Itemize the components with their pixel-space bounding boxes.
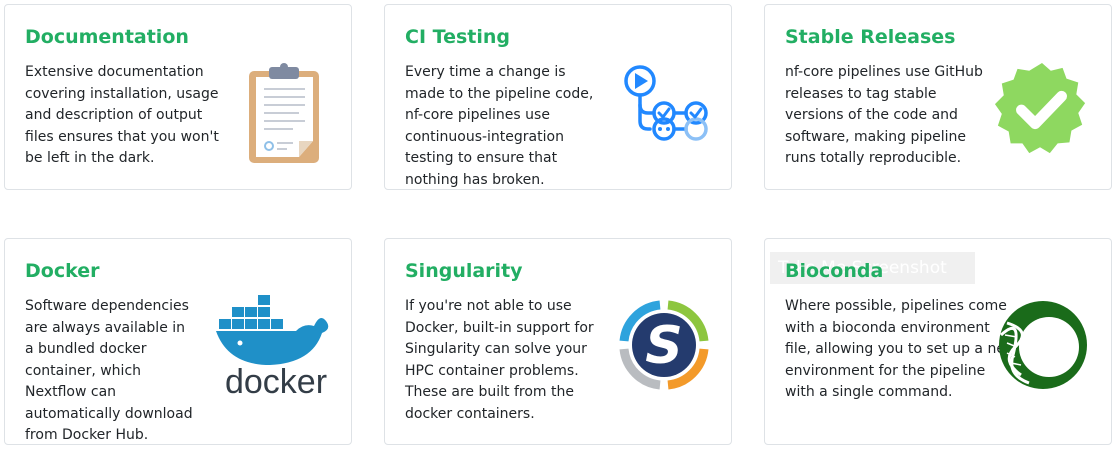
card-docker: Docker Software dependencies are always … (4, 238, 352, 445)
card-description: Every time a change is made to the pipel… (405, 64, 594, 188)
card-title: Bioconda (785, 260, 884, 282)
card-title: Documentation (25, 26, 189, 48)
verified-badge-icon (994, 62, 1086, 154)
singularity-letter: S (645, 316, 682, 376)
card-title: Singularity (405, 260, 523, 282)
clipboard-icon (249, 63, 319, 163)
card-singularity: Singularity If you're not able to use Do… (384, 238, 732, 445)
card-description: nf-core pipelines use GitHub releases to… (785, 64, 983, 166)
card-title: Docker (25, 260, 100, 282)
card-ci-testing: CI Testing Every time a change is made t… (384, 4, 732, 190)
card-documentation: Documentation Extensive documentation co… (4, 4, 352, 190)
card-description: Software dependencies are always availab… (25, 298, 193, 443)
card-description: Extensive documentation covering install… (25, 64, 219, 166)
card-title: Stable Releases (785, 26, 956, 48)
singularity-logo-icon: S (619, 300, 709, 390)
card-description: If you're not able to use Docker, built-… (405, 298, 594, 422)
github-actions-icon (624, 65, 708, 141)
bioconda-logo-icon (999, 301, 1087, 389)
card-description: Where possible, pipelines come with a bi… (785, 298, 1017, 400)
docker-wordmark: docker (225, 363, 327, 397)
card-title: CI Testing (405, 26, 510, 48)
docker-logo-icon: docker (216, 295, 329, 397)
card-stable-releases: Stable Releases nf-core pipelines use Gi… (764, 4, 1112, 190)
card-bioconda: Take Me Screenshot Bioconda Where possib… (764, 238, 1112, 445)
